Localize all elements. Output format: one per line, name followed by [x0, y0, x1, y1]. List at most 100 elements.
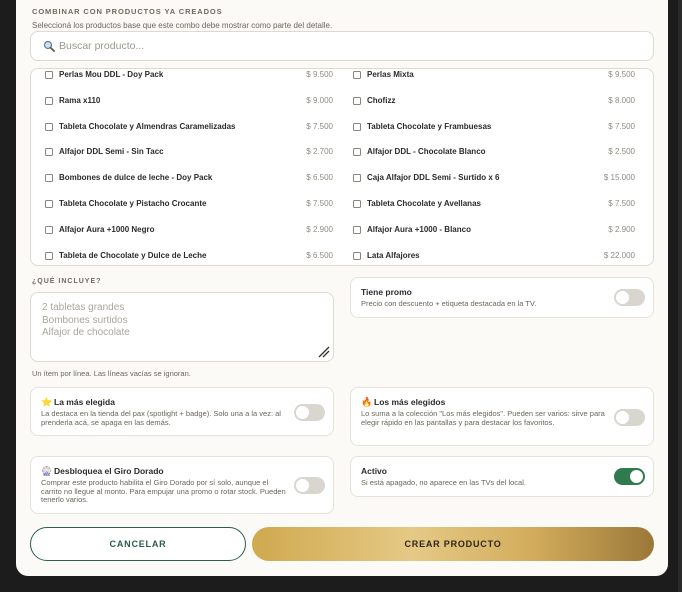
product-option[interactable]: Tableta de Chocolate y Dulce de Leche $ 6… [45, 251, 333, 263]
product-price: $ 7.500 [306, 199, 333, 208]
product-checkbox[interactable] [353, 96, 361, 105]
product-name: Perlas Mixta [367, 70, 414, 79]
product-option[interactable]: Tableta Chocolate y Avellanas $ 7.500 [353, 199, 635, 211]
toggle-knob [630, 470, 643, 483]
product-name: Alfajor Aura +1000 Negro [59, 224, 155, 234]
activo-toggle[interactable] [614, 468, 645, 485]
product-option[interactable]: Chofizz $ 8.000 [353, 96, 635, 108]
product-price: $ 6.500 [306, 250, 333, 260]
product-price: $ 7.500 [306, 121, 333, 131]
toggle-knob [296, 406, 309, 419]
product-option[interactable]: Lata Alfajores $ 22.000 [353, 251, 635, 263]
activo-description: Si está apagado, no aparece en las TVs d… [361, 478, 526, 487]
star-icon: ⭐ [41, 397, 53, 407]
product-name: Tableta Chocolate y Avellanas [367, 199, 481, 208]
search-icon [43, 40, 55, 52]
incluye-textarea[interactable]: 2 tabletas grandes Bombones surtidos Alf… [30, 292, 334, 362]
product-option[interactable]: Rama x110 $ 9.000 [45, 96, 333, 108]
combinar-title: COMBINAR CON PRODUCTOS YA CREADOS [32, 7, 223, 16]
mas-elegida-title: La más elegida [54, 397, 115, 407]
product-price: $ 7.500 [608, 199, 635, 208]
product-checkbox[interactable] [45, 148, 53, 157]
toggle-knob [616, 291, 629, 304]
product-checkbox[interactable] [353, 174, 361, 183]
product-name: Alfajor DDL Semi - Sin Tacc [59, 147, 164, 157]
product-option[interactable]: Alfajor Aura +1000 Negro $ 2.900 [45, 225, 333, 237]
activo-card: Activo Si está apagado, no aparece en la… [350, 456, 654, 497]
product-option[interactable]: Alfajor DDL Semi - Sin Tacc $ 2.700 [45, 147, 333, 159]
mas-elegidos-toggle[interactable] [614, 409, 645, 426]
product-price: $ 2.700 [306, 147, 333, 157]
fire-icon: 🔥 [361, 397, 373, 407]
product-name: Lata Alfajores [367, 250, 420, 260]
product-price: $ 9.500 [608, 70, 635, 79]
product-checkbox[interactable] [45, 225, 53, 234]
product-checkbox[interactable] [353, 148, 361, 157]
product-price: $ 2.900 [306, 224, 333, 234]
product-price: $ 9.500 [306, 70, 333, 79]
product-option[interactable]: Tableta Chocolate y Pistacho Crocante $ 7… [45, 199, 333, 211]
product-price: $ 15.000 [603, 173, 635, 183]
product-option[interactable]: Alfajor Aura +1000 - Blanco $ 2.900 [353, 225, 635, 237]
search-placeholder: Buscar producto... [59, 40, 145, 52]
toggle-knob [616, 411, 629, 424]
product-name: Bombones de dulce de leche - Doy Pack [59, 173, 213, 183]
giro-dorado-toggle[interactable] [294, 477, 325, 494]
product-checkbox[interactable] [353, 251, 361, 260]
product-search-field[interactable]: Buscar producto... [30, 31, 654, 61]
product-checkbox[interactable] [45, 96, 53, 105]
product-price: $ 9.000 [306, 95, 333, 105]
product-option[interactable]: Tableta Chocolate y Almendras Carameliza… [45, 122, 333, 134]
giro-dorado-title: Desbloquea el Giro Dorado [54, 466, 164, 476]
product-checkbox[interactable] [45, 122, 53, 131]
ferris-wheel-icon: 🎡 [41, 466, 53, 476]
promo-title: Tiene promo [361, 287, 412, 297]
combinar-description: Seleccioná los productos base que este c… [32, 21, 333, 30]
giro-dorado-card: 🎡 Desbloquea el Giro Dorado Comprar este … [30, 456, 334, 514]
promo-card: Tiene promo Precio con descuento + etiqu… [350, 277, 654, 318]
incluye-label: ¿QUÉ INCLUYE? [32, 278, 102, 285]
cancel-button[interactable]: CANCELAR [30, 527, 246, 561]
product-checkbox[interactable] [45, 251, 53, 260]
product-price: $ 2.500 [608, 147, 635, 157]
product-option[interactable]: Caja Alfajor DDL Semi - Surtido x 6 $ 15.… [353, 173, 635, 185]
product-checkbox[interactable] [45, 71, 53, 79]
product-option[interactable]: Tableta Chocolate y Frambuesas $ 7.500 [353, 122, 635, 134]
product-checkbox[interactable] [353, 71, 361, 79]
mas-elegidos-description: Lo suma a la colección "Los más elegidos… [361, 409, 605, 427]
product-price: $ 8.000 [608, 95, 635, 105]
product-price: $ 6.500 [306, 173, 333, 183]
product-option[interactable]: Bombones de dulce de leche - Doy Pack $ 6… [45, 173, 333, 185]
resize-handle-icon[interactable] [318, 346, 330, 358]
incluye-hint: Un ítem por línea. Las líneas vacías se … [32, 369, 191, 378]
product-name: Tableta Chocolate y Pistacho Crocante [59, 199, 207, 208]
product-checkbox[interactable] [45, 174, 53, 183]
page-edge [678, 0, 682, 592]
product-name: Rama x110 [59, 95, 101, 105]
product-name: Caja Alfajor DDL Semi - Surtido x 6 [367, 173, 500, 183]
product-option[interactable]: Perlas Mou DDL - Doy Pack $ 9.500 [45, 70, 333, 82]
product-checkbox[interactable] [45, 200, 53, 208]
mas-elegidos-title: Los más elegidos [374, 397, 446, 407]
product-name: Alfajor DDL - Chocolate Blanco [367, 147, 486, 157]
product-price: $ 2.900 [608, 224, 635, 234]
mas-elegida-description: La destaca en la tienda del pax (spotlig… [41, 409, 281, 427]
promo-description: Precio con descuento + etiqueta destacad… [361, 299, 537, 308]
product-name: Chofizz [367, 95, 396, 105]
product-checkbox[interactable] [353, 200, 361, 208]
mas-elegida-toggle[interactable] [294, 404, 325, 421]
promo-toggle[interactable] [614, 289, 645, 306]
product-option[interactable]: Alfajor DDL - Chocolate Blanco $ 2.500 [353, 147, 635, 159]
toggle-knob [296, 479, 309, 492]
product-option[interactable]: Perlas Mixta $ 9.500 [353, 70, 635, 82]
product-price: $ 7.500 [608, 121, 635, 131]
giro-dorado-description: Comprar este producto habilita el Giro D… [41, 478, 286, 504]
product-name: Tableta Chocolate y Frambuesas [367, 121, 492, 131]
product-name: Perlas Mou DDL - Doy Pack [59, 70, 164, 79]
product-checkbox[interactable] [353, 122, 361, 131]
product-checkbox[interactable] [353, 225, 361, 234]
product-checkbox-list[interactable]: Perlas Mou DDL - Doy Pack $ 9.500 Perlas M… [30, 68, 654, 266]
product-name: Alfajor Aura +1000 - Blanco [367, 224, 471, 234]
create-product-button[interactable]: CREAR PRODUCTO [252, 527, 654, 561]
mas-elegida-card: ⭐ La más elegida La destaca en la tienda … [30, 387, 334, 436]
